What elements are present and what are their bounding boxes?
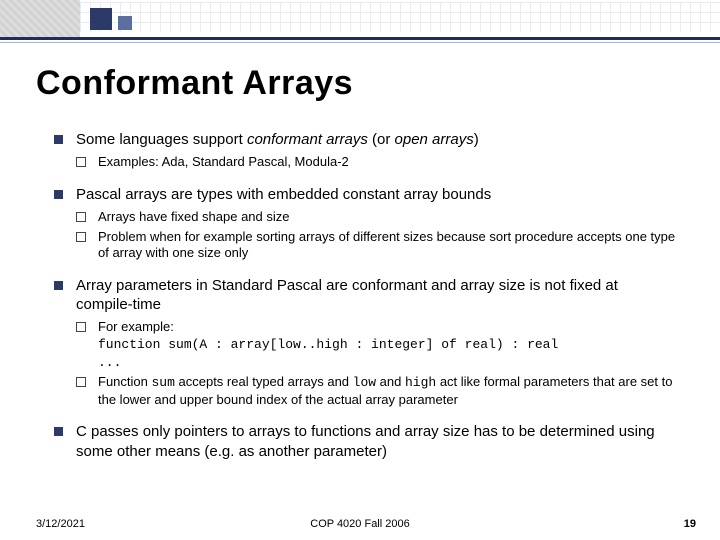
bullet-1-post: ) bbox=[474, 131, 479, 148]
bullet-1-italic-1: conformant arrays bbox=[247, 131, 368, 148]
bullet-3-sub-2-code-3: high bbox=[405, 375, 436, 390]
header-square-large bbox=[90, 8, 112, 30]
bullet-3-sub-2-code-2: low bbox=[353, 375, 376, 390]
bullet-3-sub-2-pre: Function bbox=[98, 374, 151, 389]
bullet-3-sub-2: Function sum accepts real typed arrays a… bbox=[76, 374, 678, 408]
bullet-3-sub-2-code-1: sum bbox=[151, 375, 174, 390]
bullet-3-sub-2-mid-1: accepts real typed arrays and bbox=[175, 374, 353, 389]
bullet-4: C passes only pointers to arrays to func… bbox=[54, 422, 678, 460]
bullet-1-pre: Some languages support bbox=[76, 131, 247, 148]
slide-body: Some languages support conformant arrays… bbox=[54, 130, 678, 475]
bullet-3-sub-1-code-line-1: function sum(A : array[low..high : integ… bbox=[98, 337, 558, 352]
header-rule-thick bbox=[0, 37, 720, 40]
bullet-3-sub-1-label: For example: bbox=[98, 319, 174, 334]
header-photo bbox=[0, 0, 80, 38]
slide-header-decoration bbox=[0, 0, 720, 44]
bullet-1-sub-1: Examples: Ada, Standard Pascal, Modula-2 bbox=[76, 154, 678, 171]
slide: Conformant Arrays Some languages support… bbox=[0, 0, 720, 540]
bullet-3: Array parameters in Standard Pascal are … bbox=[54, 276, 678, 409]
bullet-2-sub-1: Arrays have fixed shape and size bbox=[76, 209, 678, 226]
bullet-3-sub-1: For example: function sum(A : array[low.… bbox=[76, 319, 678, 371]
bullet-3-sub-2-mid-2: and bbox=[376, 374, 405, 389]
footer-course: COP 4020 Fall 2006 bbox=[0, 518, 720, 530]
bullet-2-sub-2: Problem when for example sorting arrays … bbox=[76, 229, 678, 262]
bullet-4-text: C passes only pointers to arrays to func… bbox=[76, 423, 655, 459]
bullet-3-text: Array parameters in Standard Pascal are … bbox=[76, 277, 618, 313]
slide-title: Conformant Arrays bbox=[36, 64, 353, 103]
bullet-2: Pascal arrays are types with embedded co… bbox=[54, 185, 678, 262]
bullet-1: Some languages support conformant arrays… bbox=[54, 130, 678, 171]
header-rule-thin bbox=[0, 42, 720, 43]
bullet-1-text: Some languages support conformant arrays… bbox=[76, 131, 479, 148]
bullet-3-sub-1-code-line-2: ... bbox=[98, 355, 121, 370]
header-grid bbox=[80, 2, 720, 32]
bullet-1-italic-2: open arrays bbox=[395, 131, 474, 148]
bullet-1-mid: (or bbox=[368, 131, 395, 148]
header-square-small bbox=[118, 16, 132, 30]
footer-page-number: 19 bbox=[684, 518, 696, 530]
bullet-2-text: Pascal arrays are types with embedded co… bbox=[76, 186, 491, 203]
